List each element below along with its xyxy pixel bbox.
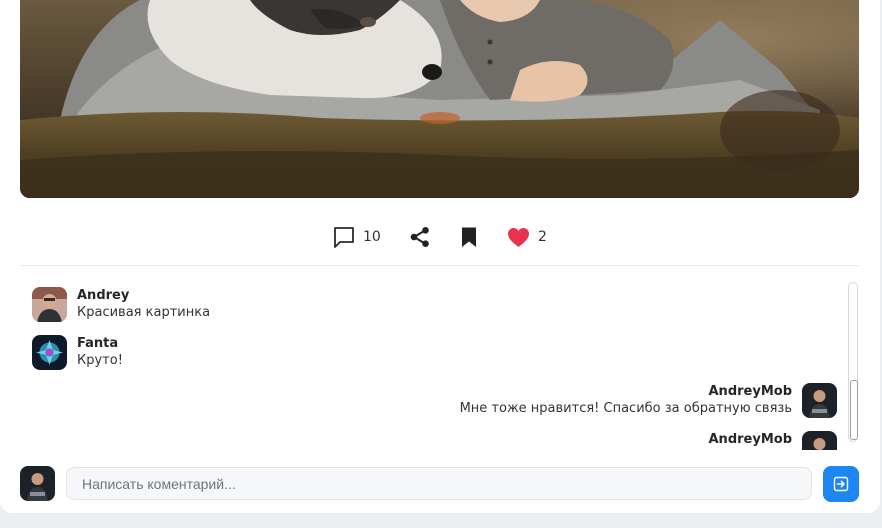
post-actions-bar: 10 2 [0,222,880,252]
bookmark-button[interactable] [460,222,478,252]
comment-author[interactable]: AndreyMob [460,383,793,400]
comments-count: 10 [363,229,381,245]
like-button[interactable]: 2 [507,222,547,252]
current-user-avatar [20,466,55,501]
share-button[interactable] [409,222,431,252]
share-icon [410,227,429,247]
avatar[interactable] [802,383,837,418]
bookmark-icon [462,227,476,247]
divider [20,265,859,266]
avatar[interactable] [32,287,67,322]
comments-button[interactable]: 10 [333,222,381,252]
post-image[interactable] [20,0,859,198]
comment-author[interactable]: AndreyMob [709,431,793,448]
avatar[interactable] [802,431,837,450]
heart-icon [508,227,529,247]
comments-list[interactable]: Andrey Красивая картинка Fanta Круто! An… [20,280,845,450]
scrollbar-thumb[interactable] [850,380,858,440]
comment-icon [334,227,354,248]
send-comment-button[interactable] [823,466,859,502]
comment-text: Мне тоже нравится! Спасибо за обратную с… [459,401,792,416]
comments-scrollbar[interactable] [848,282,858,442]
comment-composer [20,466,859,502]
comment-text: Круто! [77,353,123,368]
likes-count: 2 [538,229,547,245]
post-card: 10 2 Andrey Красивая картинка Fanta Крут… [0,0,880,513]
avatar[interactable] [32,335,67,370]
list-item: Andrey Красивая картинка [32,287,210,322]
comment-author[interactable]: Andrey [77,287,210,304]
comment-input[interactable] [66,467,812,500]
list-item: AndreyMob Мне тоже нравится! Спасибо за … [460,383,837,418]
comment-text: Красивая картинка [77,305,211,320]
arrow-right-icon [833,476,849,492]
list-item: Fanta Круто! [32,335,123,370]
list-item: AndreyMob [709,431,837,450]
comment-author[interactable]: Fanta [77,335,123,352]
